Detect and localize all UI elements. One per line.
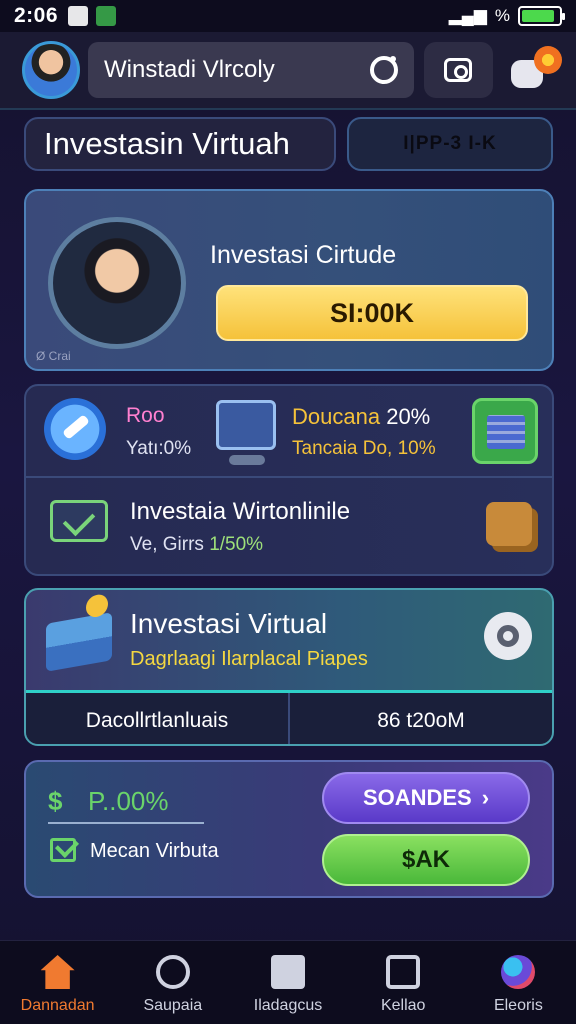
nav-label: Eleoris	[493, 997, 543, 1014]
status-bar: 2:06 ▂▄▆ %	[0, 0, 576, 32]
search-text[interactable]: Winstadi Vlrcoly	[104, 56, 370, 84]
hero-caption: Ø Crai	[36, 349, 71, 363]
stats-row-investment[interactable]: Investaia Wirtonlinile Ve, Girrs 1/50%	[26, 480, 552, 574]
camera-button[interactable]	[423, 42, 493, 98]
hero-title: Investasi Cirtude	[210, 241, 397, 269]
rate-text: P..00%	[88, 786, 169, 816]
stat-b-sub: Tancaia Do, 10%	[292, 438, 436, 459]
stack-icon	[46, 612, 112, 672]
status-right: ▂▄▆ %	[448, 6, 565, 26]
stat-b-value: 20%	[386, 404, 431, 429]
tv-icon	[386, 955, 421, 989]
check-icon	[50, 838, 76, 862]
hero-amount: SI:00K	[329, 297, 415, 328]
notifications-button[interactable]	[510, 46, 562, 92]
rate-divider	[48, 822, 204, 824]
notification-app-icon	[68, 6, 89, 26]
download-app-icon	[96, 6, 117, 26]
row2-sub: Ve, Girrs 1/50%	[130, 534, 263, 556]
avatar[interactable]	[22, 41, 80, 99]
secondary-button-label: $AK	[401, 846, 450, 873]
nav-item-home[interactable]: Dannadan	[0, 941, 115, 1024]
section-tag: I|PP-3 I-K	[403, 133, 497, 154]
primary-button-label: SOANDES	[362, 785, 472, 810]
globe-icon	[501, 955, 536, 989]
nav-label: Saupaia	[143, 997, 203, 1014]
pen-icon	[44, 398, 106, 460]
row2-sub-highlight: 1/50%	[209, 534, 264, 555]
panel-cell-left[interactable]: Dacollrtlanluais	[26, 693, 288, 744]
status-left-icons	[68, 6, 117, 26]
stat-b-name: Doucana	[292, 404, 381, 429]
home-icon	[40, 955, 75, 989]
panel-cell-right[interactable]: 86 t20oM	[288, 693, 552, 744]
nav-item-tv[interactable]: Kellao	[346, 941, 461, 1024]
search-box[interactable]: Winstadi Vlrcoly	[88, 42, 414, 98]
section-title-tab[interactable]: Investasin Virtuah	[24, 117, 336, 171]
stats-card: Roo Yatı:0% Doucana 20% Tancaia Do, 10% …	[24, 384, 554, 576]
gear-icon	[497, 625, 519, 647]
panel-bottom: Dacollrtlanluais 86 t20oM	[26, 690, 552, 744]
app-header: Winstadi Vlrcoly	[0, 32, 576, 110]
investor-portrait	[48, 217, 186, 349]
stat-b-label: Doucana 20%	[292, 404, 430, 430]
nav-label: Dannadan	[20, 997, 95, 1014]
meta-text: Mecan Virbuta	[90, 840, 219, 862]
nav-label: Kellao	[380, 997, 426, 1014]
signal-icon: ▂▄▆	[448, 6, 487, 25]
status-time: 2:06	[14, 4, 59, 27]
action-card: $ P..00% Mecan Virbuta SOANDES › $AK	[24, 760, 554, 898]
panel-subtitle: Dagrlaagi Ilarplacal Piapes	[130, 648, 368, 670]
nav-item-globe[interactable]: Eleoris	[461, 941, 576, 1024]
task-icon	[271, 955, 305, 989]
search-icon[interactable]	[369, 56, 398, 84]
notification-badge	[534, 46, 562, 74]
panel-title: Investasi Virtual	[130, 608, 328, 639]
settings-button[interactable]	[484, 612, 532, 660]
cube-icon	[486, 502, 532, 546]
battery-icon	[518, 6, 565, 26]
primary-button[interactable]: SOANDES ›	[322, 772, 530, 824]
row2-sub-text: Ve, Girrs	[130, 534, 204, 555]
bottom-nav: Dannadan Saupaia Iladagcus Kellao Eleori…	[0, 940, 576, 1024]
monitor-icon	[216, 400, 276, 465]
dollar-icon: $	[48, 786, 63, 816]
stat-a-sub: Yatı:0%	[126, 438, 192, 459]
nav-item-profile[interactable]: Saupaia	[115, 941, 230, 1024]
profile-icon	[155, 955, 190, 989]
battery-percent: %	[494, 6, 510, 25]
nav-label: Iladagcus	[253, 997, 323, 1014]
hero-amount-button[interactable]: SI:00K	[216, 285, 528, 341]
chevron-right-icon: ›	[481, 785, 490, 810]
stats-row[interactable]: Roo Yatı:0% Doucana 20% Tancaia Do, 10%	[26, 386, 552, 478]
virtual-panel: Investasi Virtual Dagrlaagi Ilarplacal P…	[24, 588, 554, 746]
hero-card: Investasi Cirtude SI:00K Ø Crai	[24, 189, 554, 371]
section-tag-tab[interactable]: I|PP-3 I-K	[347, 117, 553, 171]
laptop-icon	[50, 500, 108, 542]
secondary-button[interactable]: $AK	[322, 834, 530, 886]
camera-icon	[444, 58, 473, 82]
stat-a-label: Roo	[126, 404, 165, 427]
panel-top[interactable]: Investasi Virtual Dagrlaagi Ilarplacal P…	[26, 590, 552, 690]
battery-fill	[522, 10, 555, 22]
row2-title: Investaia Wirtonlinile	[130, 498, 351, 525]
spreadsheet-icon[interactable]	[472, 398, 538, 464]
section-title: Investasin Virtuah	[44, 126, 290, 161]
nav-item-tasks[interactable]: Iladagcus	[230, 941, 345, 1024]
